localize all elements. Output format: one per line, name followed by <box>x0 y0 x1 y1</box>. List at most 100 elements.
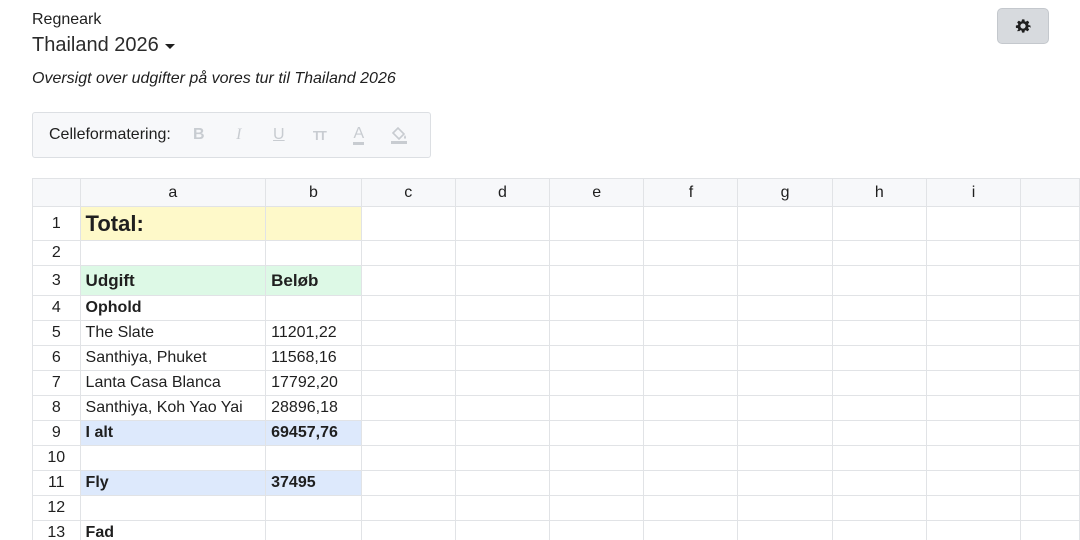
cell-e5[interactable] <box>549 320 645 346</box>
cell-b3[interactable]: Beløb <box>265 265 362 296</box>
cell-b2[interactable] <box>265 240 362 266</box>
cell-d13[interactable] <box>454 520 551 540</box>
cell-h8[interactable] <box>831 395 927 421</box>
cell-d5[interactable] <box>454 320 551 346</box>
cell-f7[interactable] <box>643 370 739 396</box>
cell-g9[interactable] <box>737 420 833 446</box>
row-header[interactable]: 12 <box>32 495 81 521</box>
cell-g10[interactable] <box>737 445 833 471</box>
column-header-overflow[interactable] <box>1020 178 1080 207</box>
cell-g3[interactable] <box>737 265 833 296</box>
cell-overflow[interactable] <box>1020 265 1080 296</box>
cell-g13[interactable] <box>737 520 833 540</box>
cell-c5[interactable] <box>360 320 456 346</box>
column-header-f[interactable]: f <box>643 178 739 207</box>
underline-button[interactable]: U <box>259 120 299 150</box>
column-header-c[interactable]: c <box>360 178 456 207</box>
cell-d3[interactable] <box>454 265 551 296</box>
cell-f6[interactable] <box>643 345 739 371</box>
cell-overflow[interactable] <box>1020 445 1080 471</box>
cell-overflow[interactable] <box>1020 495 1080 521</box>
cell-e11[interactable] <box>549 470 645 496</box>
cell-c12[interactable] <box>360 495 456 521</box>
cell-b7[interactable]: 17792,20 <box>265 370 362 396</box>
row-header[interactable]: 4 <box>32 295 81 321</box>
cell-c10[interactable] <box>360 445 456 471</box>
cell-overflow[interactable] <box>1020 470 1080 496</box>
cell-i3[interactable] <box>925 265 1022 296</box>
cell-a1[interactable]: Total: <box>79 206 267 241</box>
cell-b1[interactable] <box>265 206 362 241</box>
cell-c3[interactable] <box>360 265 456 296</box>
cell-a4[interactable]: Ophold <box>79 295 267 321</box>
cell-g2[interactable] <box>737 240 833 266</box>
row-header[interactable]: 13 <box>32 520 81 540</box>
cell-h5[interactable] <box>831 320 927 346</box>
cell-a13[interactable]: Fad <box>79 520 267 540</box>
cell-i5[interactable] <box>925 320 1022 346</box>
column-header-i[interactable]: i <box>925 178 1022 207</box>
cell-i12[interactable] <box>925 495 1022 521</box>
cell-a3[interactable]: Udgift <box>79 265 267 296</box>
text-size-button[interactable]: TT <box>299 120 339 150</box>
cell-d2[interactable] <box>454 240 551 266</box>
row-header[interactable]: 8 <box>32 395 81 421</box>
cell-h9[interactable] <box>831 420 927 446</box>
document-title-dropdown[interactable]: Thailand 2026 <box>32 34 175 57</box>
cell-h2[interactable] <box>831 240 927 266</box>
cell-overflow[interactable] <box>1020 345 1080 371</box>
cell-overflow[interactable] <box>1020 395 1080 421</box>
cell-h12[interactable] <box>831 495 927 521</box>
cell-f13[interactable] <box>643 520 739 540</box>
cell-c4[interactable] <box>360 295 456 321</box>
row-header[interactable]: 7 <box>32 370 81 396</box>
italic-button[interactable]: I <box>219 120 259 150</box>
cell-f8[interactable] <box>643 395 739 421</box>
cell-overflow[interactable] <box>1020 206 1080 241</box>
cell-b10[interactable] <box>265 445 362 471</box>
cell-b5[interactable]: 11201,22 <box>265 320 362 346</box>
cell-overflow[interactable] <box>1020 320 1080 346</box>
cell-f5[interactable] <box>643 320 739 346</box>
cell-i11[interactable] <box>925 470 1022 496</box>
cell-f12[interactable] <box>643 495 739 521</box>
row-header[interactable]: 11 <box>32 470 81 496</box>
cell-e13[interactable] <box>549 520 645 540</box>
cell-d9[interactable] <box>454 420 551 446</box>
cell-c6[interactable] <box>360 345 456 371</box>
row-header[interactable]: 2 <box>32 240 81 266</box>
cell-d1[interactable] <box>454 206 551 241</box>
cell-overflow[interactable] <box>1020 420 1080 446</box>
cell-i4[interactable] <box>925 295 1022 321</box>
column-header-g[interactable]: g <box>737 178 833 207</box>
cell-c13[interactable] <box>360 520 456 540</box>
cell-c11[interactable] <box>360 470 456 496</box>
cell-e6[interactable] <box>549 345 645 371</box>
cell-b8[interactable]: 28896,18 <box>265 395 362 421</box>
cell-c8[interactable] <box>360 395 456 421</box>
cell-b13[interactable] <box>265 520 362 540</box>
cell-f1[interactable] <box>643 206 739 241</box>
cell-a10[interactable] <box>79 445 267 471</box>
row-header[interactable]: 6 <box>32 345 81 371</box>
cell-f3[interactable] <box>643 265 739 296</box>
cell-b4[interactable] <box>265 295 362 321</box>
cell-e1[interactable] <box>549 206 645 241</box>
row-header[interactable]: 5 <box>32 320 81 346</box>
cell-g5[interactable] <box>737 320 833 346</box>
column-header-a[interactable]: a <box>79 178 267 207</box>
cell-g6[interactable] <box>737 345 833 371</box>
cell-c7[interactable] <box>360 370 456 396</box>
cell-d11[interactable] <box>454 470 551 496</box>
cell-a9[interactable]: I alt <box>79 420 267 446</box>
cell-g7[interactable] <box>737 370 833 396</box>
row-header[interactable]: 3 <box>32 265 81 296</box>
cell-e10[interactable] <box>549 445 645 471</box>
cell-e9[interactable] <box>549 420 645 446</box>
cell-h6[interactable] <box>831 345 927 371</box>
column-header-b[interactable]: b <box>265 178 362 207</box>
cell-a5[interactable]: The Slate <box>79 320 267 346</box>
cell-b11[interactable]: 37495 <box>265 470 362 496</box>
column-header-d[interactable]: d <box>454 178 551 207</box>
bold-button[interactable]: B <box>179 120 219 150</box>
